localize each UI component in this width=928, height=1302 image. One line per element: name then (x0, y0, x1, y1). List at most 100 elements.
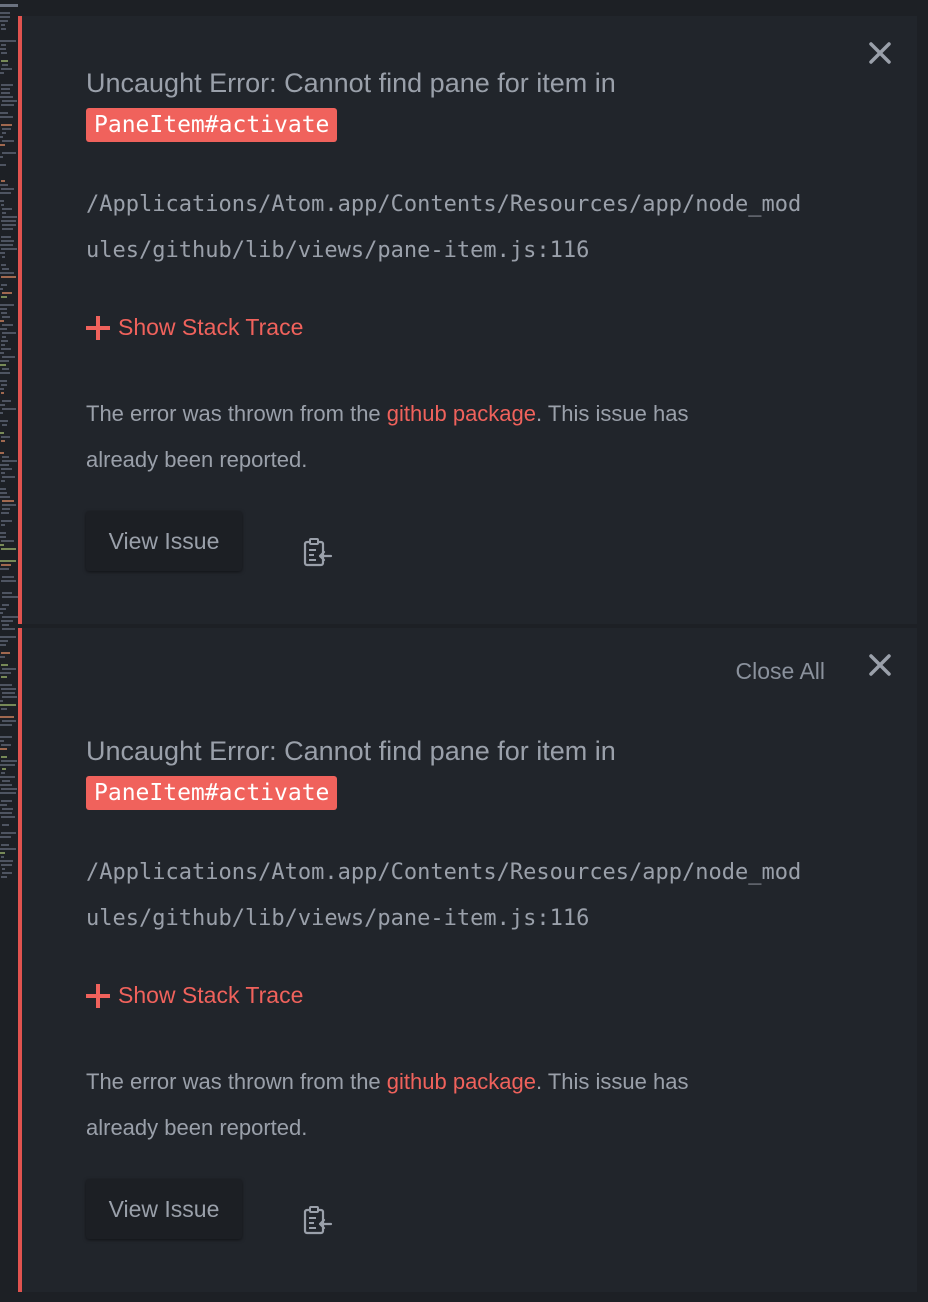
minimap-line (2, 668, 16, 670)
minimap-line (0, 684, 12, 686)
error-file-path: /Applications/Atom.app/Contents/Resource… (86, 860, 802, 931)
close-icon[interactable] (867, 40, 893, 66)
minimap-line (2, 400, 11, 402)
close-icon[interactable] (867, 652, 893, 678)
view-issue-button[interactable]: View Issue (86, 511, 242, 571)
minimap-line (1, 620, 13, 622)
minimap-line (0, 804, 7, 806)
minimap-line (1, 816, 15, 818)
minimap-line (2, 872, 12, 874)
minimap-line (2, 424, 7, 426)
desc-prefix: The error was thrown from the (86, 401, 387, 426)
minimap-line (1, 512, 9, 514)
minimap-line (1, 204, 4, 206)
minimap-line (1, 28, 6, 30)
minimap-line (1, 92, 10, 94)
minimap-line (1, 124, 12, 126)
minimap-line (0, 848, 16, 850)
minimap-line (1, 856, 4, 858)
minimap-line (2, 336, 6, 338)
package-link[interactable]: github package (387, 1069, 536, 1094)
minimap-line (0, 116, 13, 118)
minimap-line (1, 436, 10, 438)
minimap-line (1, 344, 5, 346)
minimap-line (0, 740, 4, 742)
error-description: The error was thrown from the github pac… (86, 1059, 746, 1151)
minimap-line (1, 540, 14, 542)
minimap-line (0, 40, 16, 42)
view-issue-button[interactable]: View Issue (86, 1179, 242, 1239)
minimap-line (2, 128, 11, 130)
minimap-line (1, 264, 6, 266)
minimap-line (2, 808, 13, 810)
minimap-line (2, 604, 9, 606)
minimap-line (0, 288, 3, 290)
desc-prefix: The error was thrown from the (86, 1069, 387, 1094)
minimap-line (0, 608, 6, 610)
minimap-line (2, 292, 12, 294)
minimap-line (2, 768, 6, 770)
minimap-line (1, 744, 11, 746)
error-notification: Close All Uncaught Error: Cannot find pa… (18, 628, 917, 1292)
error-description: The error was thrown from the github pac… (86, 391, 746, 483)
close-all-button[interactable]: Close All (736, 658, 825, 685)
error-notification: Uncaught Error: Cannot find pane for ite… (18, 16, 917, 624)
minimap-line (2, 316, 10, 318)
minimap-line (0, 320, 4, 322)
error-title: Uncaught Error: Cannot find pane for ite… (86, 736, 616, 766)
minimap-line (0, 716, 14, 718)
minimap-line (1, 312, 7, 314)
minimap-line (2, 720, 16, 722)
minimap-line (1, 832, 16, 834)
minimap-line (0, 364, 6, 366)
minimap-line (2, 268, 9, 270)
minimap-line (0, 464, 9, 466)
minimap-line (0, 304, 14, 306)
minimap-line (2, 692, 15, 694)
minimap-line (1, 864, 12, 866)
notification-content: Uncaught Error: Cannot find pane for ite… (86, 60, 806, 571)
minimap-line (1, 520, 12, 522)
minimap-line (2, 208, 12, 210)
minimap-line (1, 676, 7, 678)
show-stack-trace-toggle[interactable]: Show Stack Trace (86, 982, 806, 1009)
minimap-line (0, 328, 7, 330)
minimap-line (1, 104, 14, 106)
error-code-badge: PaneItem#activate (86, 776, 338, 810)
minimap-line (0, 860, 13, 862)
package-link[interactable]: github package (387, 401, 536, 426)
show-stack-trace-toggle[interactable]: Show Stack Trace (86, 314, 806, 341)
minimap-line (0, 640, 8, 642)
minimap-line (1, 88, 10, 90)
minimap-line (2, 460, 17, 462)
minimap-line (0, 560, 16, 562)
minimap-line (0, 812, 12, 814)
minimap-line (1, 84, 13, 86)
minimap-line (2, 616, 18, 618)
copy-to-clipboard-icon[interactable] (302, 1205, 334, 1237)
minimap-line (0, 532, 6, 534)
minimap-line (2, 152, 16, 154)
minimap-line (0, 636, 16, 638)
minimap-line (0, 372, 10, 374)
minimap-line (0, 432, 4, 434)
minimap-line (0, 272, 14, 274)
minimap-line (0, 836, 11, 838)
minimap-line (0, 776, 15, 778)
copy-to-clipboard-icon[interactable] (302, 537, 334, 569)
minimap-line (1, 688, 16, 690)
minimap-line (2, 228, 13, 230)
minimap-line (0, 644, 6, 646)
minimap-line (1, 44, 6, 46)
minimap-line (2, 224, 16, 226)
minimap-line (1, 348, 11, 350)
plus-icon (86, 315, 110, 340)
minimap-line (0, 488, 6, 490)
minimap-line (0, 96, 13, 98)
minimap-line (2, 696, 17, 698)
minimap-line (0, 736, 12, 738)
notification-content: Uncaught Error: Cannot find pane for ite… (86, 728, 806, 1239)
minimap-line (0, 568, 9, 570)
minimap-line (0, 404, 5, 406)
minimap-line (0, 192, 11, 194)
